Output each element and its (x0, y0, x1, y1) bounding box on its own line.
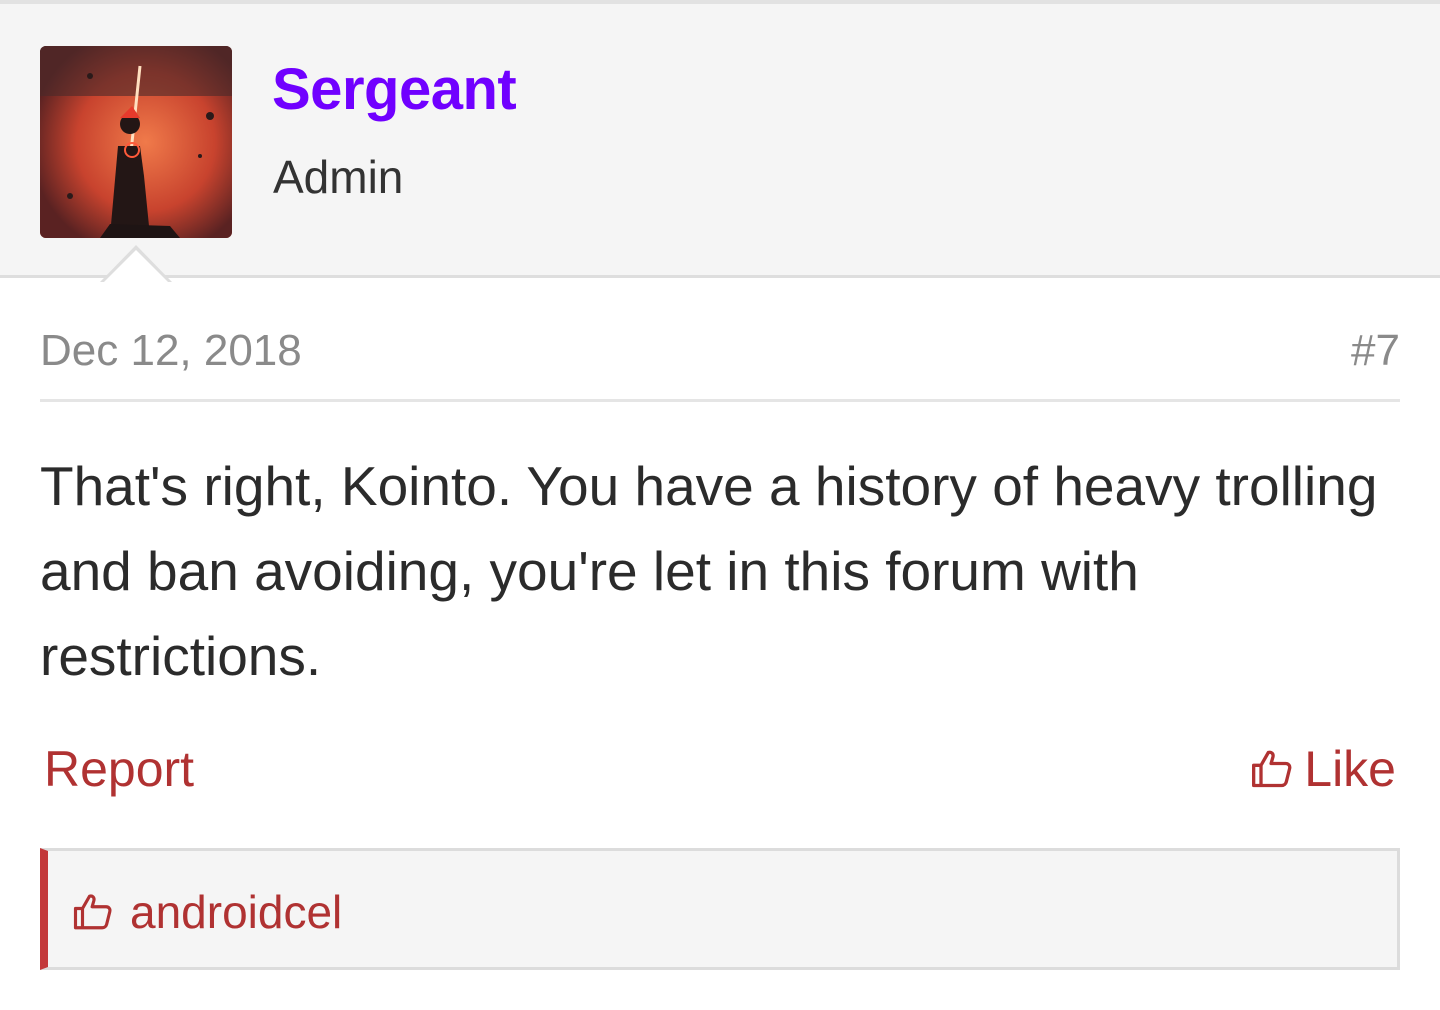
likes-summary: androidcel (40, 848, 1400, 970)
report-button[interactable]: Report (44, 740, 194, 798)
like-label: Like (1304, 741, 1396, 797)
post-meta: Dec 12, 2018 #7 (40, 326, 1400, 402)
liker-link[interactable]: androidcel (130, 885, 342, 939)
avatar[interactable] (40, 46, 232, 238)
avatar-image (40, 46, 232, 238)
post-message: That's right, Kointo. You have a history… (40, 455, 1378, 687)
like-button[interactable]: Like (1250, 740, 1396, 798)
user-title: Admin (273, 151, 404, 203)
post-date[interactable]: Dec 12, 2018 (40, 326, 302, 376)
forum-post: Sergeant Admin Dec 12, 2018 #7 That's ri… (0, 0, 1440, 1010)
username-link[interactable]: Sergeant (272, 56, 517, 123)
thumbs-up-icon (1252, 750, 1292, 788)
post-user-header: Sergeant Admin (0, 0, 1440, 283)
post-number[interactable]: #7 (1351, 326, 1400, 376)
thumbs-up-icon (73, 894, 112, 930)
